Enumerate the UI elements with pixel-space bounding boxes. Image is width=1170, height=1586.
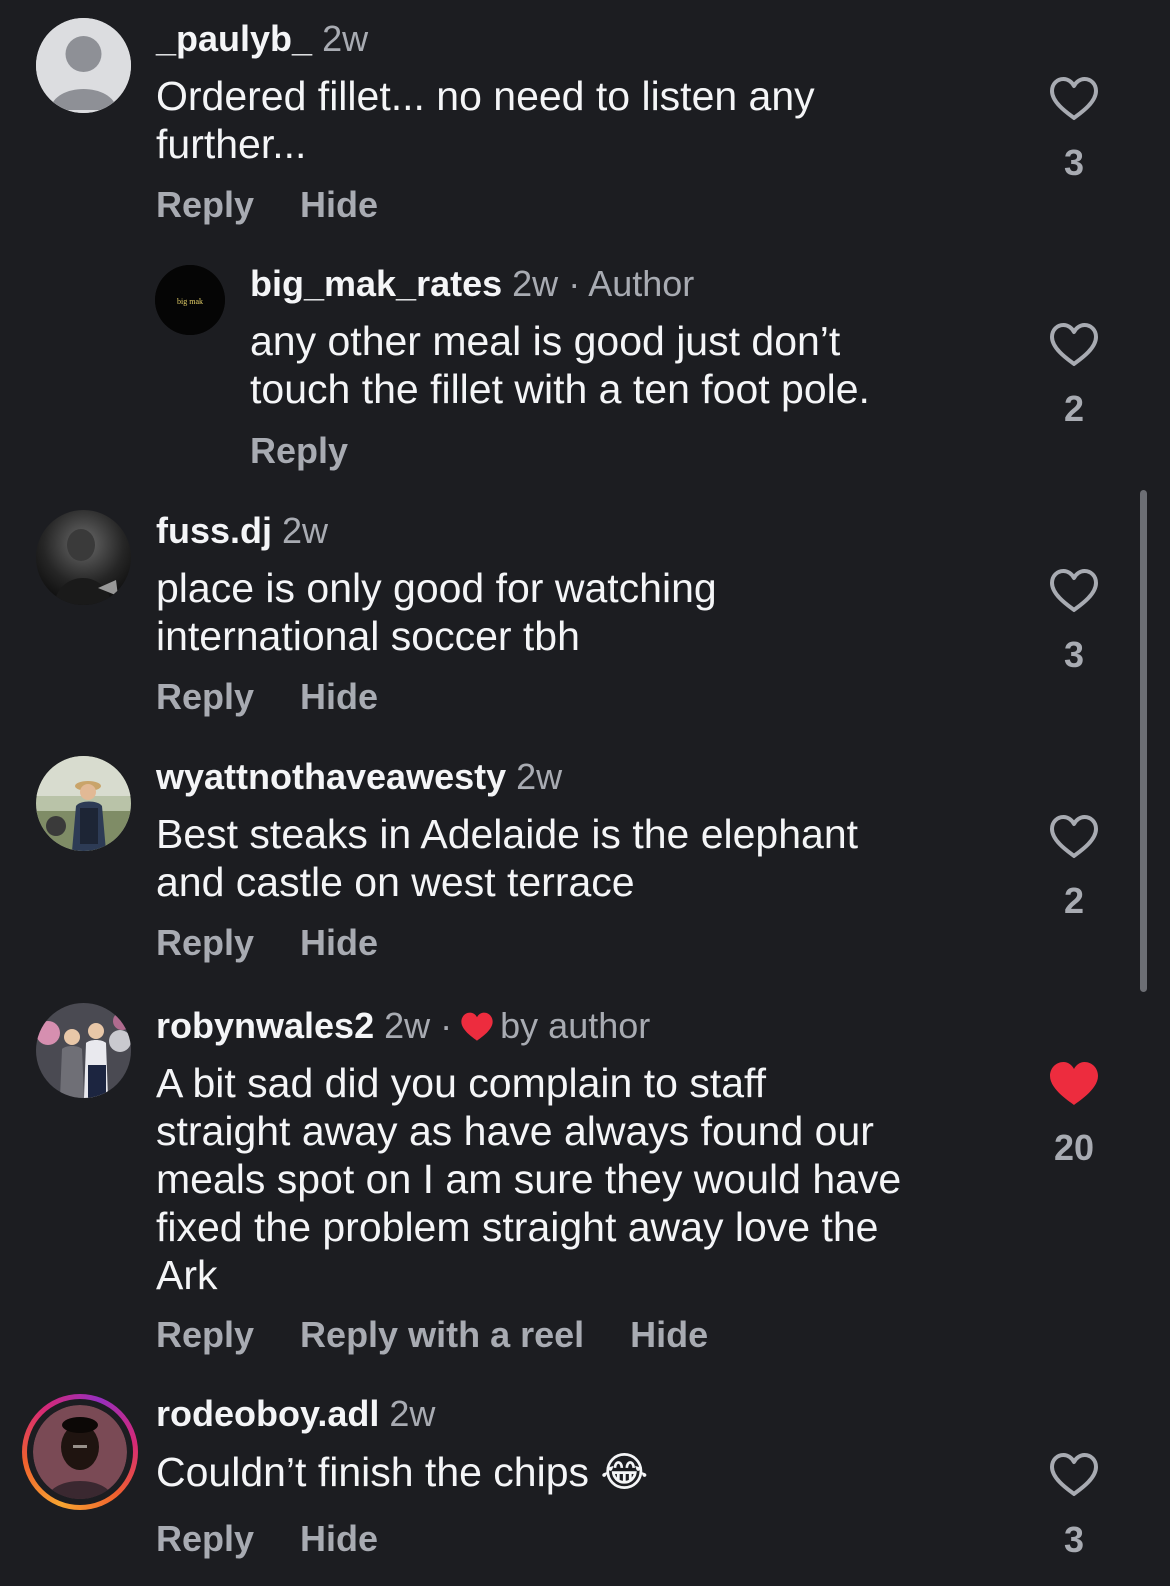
comment-text: Ordered fillet... no need to listen any … [156,73,815,167]
comment-text: A bit sad did you complain to staff stra… [156,1060,902,1298]
comment-text: Best steaks in Adelaide is the elephant … [156,811,859,905]
like-count: 3 [1063,142,1085,183]
avatar[interactable] [36,756,131,851]
comment-item: rodeoboy.adl 2w Couldn’t finish the chip… [0,1378,1140,1586]
hide-button[interactable]: Hide [300,676,378,717]
comment-header: _paulyb_ 2w [156,18,368,60]
like-button[interactable] [1046,1452,1102,1498]
avatar[interactable]: big mak [155,265,225,335]
comment-text: Couldn’t finish the chips 😂 [156,1449,649,1495]
username[interactable]: fuss.dj [156,510,272,551]
avatar[interactable] [36,510,131,605]
heart-outline-icon [1050,323,1098,366]
avatar-logo-text: big mak [177,297,203,306]
reply-button[interactable]: Reply [156,1518,254,1559]
hide-button[interactable]: Hide [300,1518,378,1559]
heart-outline-icon [1050,1453,1098,1496]
comment-actions: Reply Reply with a reel Hide [156,1314,754,1356]
timestamp: 2w [384,1005,431,1046]
heart-outline-icon [1050,77,1098,120]
username[interactable]: big_mak_rates [250,263,502,304]
hide-button[interactable]: Hide [300,184,378,225]
comment-header: fuss.dj 2w [156,510,328,552]
reply-button[interactable]: Reply [156,1314,254,1355]
default-avatar-icon [36,18,131,113]
reply-with-reel-button[interactable]: Reply with a reel [300,1314,584,1355]
comment-actions: Reply Hide [156,184,424,226]
like-button[interactable] [1046,568,1102,614]
comment-actions: Reply Hide [156,676,424,718]
like-button[interactable] [1046,322,1102,368]
comment-header: wyattnothaveawesty 2w [156,756,562,798]
like-count: 2 [1063,388,1085,429]
heart-filled-icon [461,1012,493,1041]
author-badge: · Author [568,263,695,304]
like-button[interactable] [1046,814,1102,860]
avatar-image [33,1405,127,1499]
avatar-image [36,756,131,851]
timestamp: 2w [282,510,329,551]
timestamp: 2w [516,756,563,797]
avatar-story-ring[interactable] [22,1394,138,1510]
reply-button[interactable]: Reply [250,430,348,471]
like-count: 3 [1063,634,1085,675]
comment-item: robynwales2 2w · by author A bit sad did… [0,985,1140,1375]
heart-outline-icon [1050,569,1098,612]
username[interactable]: rodeoboy.adl [156,1393,379,1434]
like-button[interactable] [1046,1061,1102,1107]
like-count: 2 [1063,880,1085,921]
heart-outline-icon [1050,815,1098,858]
avatar-image: big mak [155,265,225,335]
reply-button[interactable]: Reply [156,676,254,717]
avatar-image [36,1003,131,1098]
username[interactable]: _paulyb_ [156,18,312,59]
comment-actions: Reply [250,430,394,472]
username[interactable]: robynwales2 [156,1005,374,1046]
timestamp: 2w [322,18,369,59]
heart-filled-icon [1050,1062,1098,1105]
comment-header: big_mak_rates 2w · Author [250,263,694,305]
username[interactable]: wyattnothaveawesty [156,756,506,797]
timestamp: 2w [512,263,559,304]
avatar [27,1399,133,1505]
like-count: 3 [1063,1519,1085,1560]
reply-item: big mak big_mak_rates 2w · Author any ot… [0,255,1140,485]
like-button[interactable] [1046,76,1102,122]
like-count: 20 [1053,1127,1095,1168]
comment-item: fuss.dj 2w place is only good for watchi… [0,492,1140,732]
avatar[interactable] [36,1003,131,1098]
comment-header: robynwales2 2w · by author [156,1005,650,1047]
comment-header: rodeoboy.adl 2w [156,1393,435,1435]
meta-separator: · [440,1005,453,1046]
comment-text: place is only good for watching internat… [156,565,717,659]
hide-button[interactable]: Hide [630,1314,708,1355]
comment-actions: Reply Hide [156,1518,424,1560]
timestamp: 2w [389,1393,436,1434]
comment-item: _paulyb_ 2w Ordered fillet... no need to… [0,0,1140,240]
reply-button[interactable]: Reply [156,922,254,963]
scrollbar[interactable] [1140,490,1147,992]
hide-button[interactable]: Hide [300,922,378,963]
liked-by-author-label: by author [500,1005,651,1046]
comment-actions: Reply Hide [156,922,424,964]
avatar[interactable] [36,18,131,113]
avatar-image [36,510,131,605]
comment-text: any other meal is good just don’t touch … [250,318,870,412]
reply-button[interactable]: Reply [156,184,254,225]
comment-item: wyattnothaveawesty 2w Best steaks in Ade… [0,738,1140,978]
